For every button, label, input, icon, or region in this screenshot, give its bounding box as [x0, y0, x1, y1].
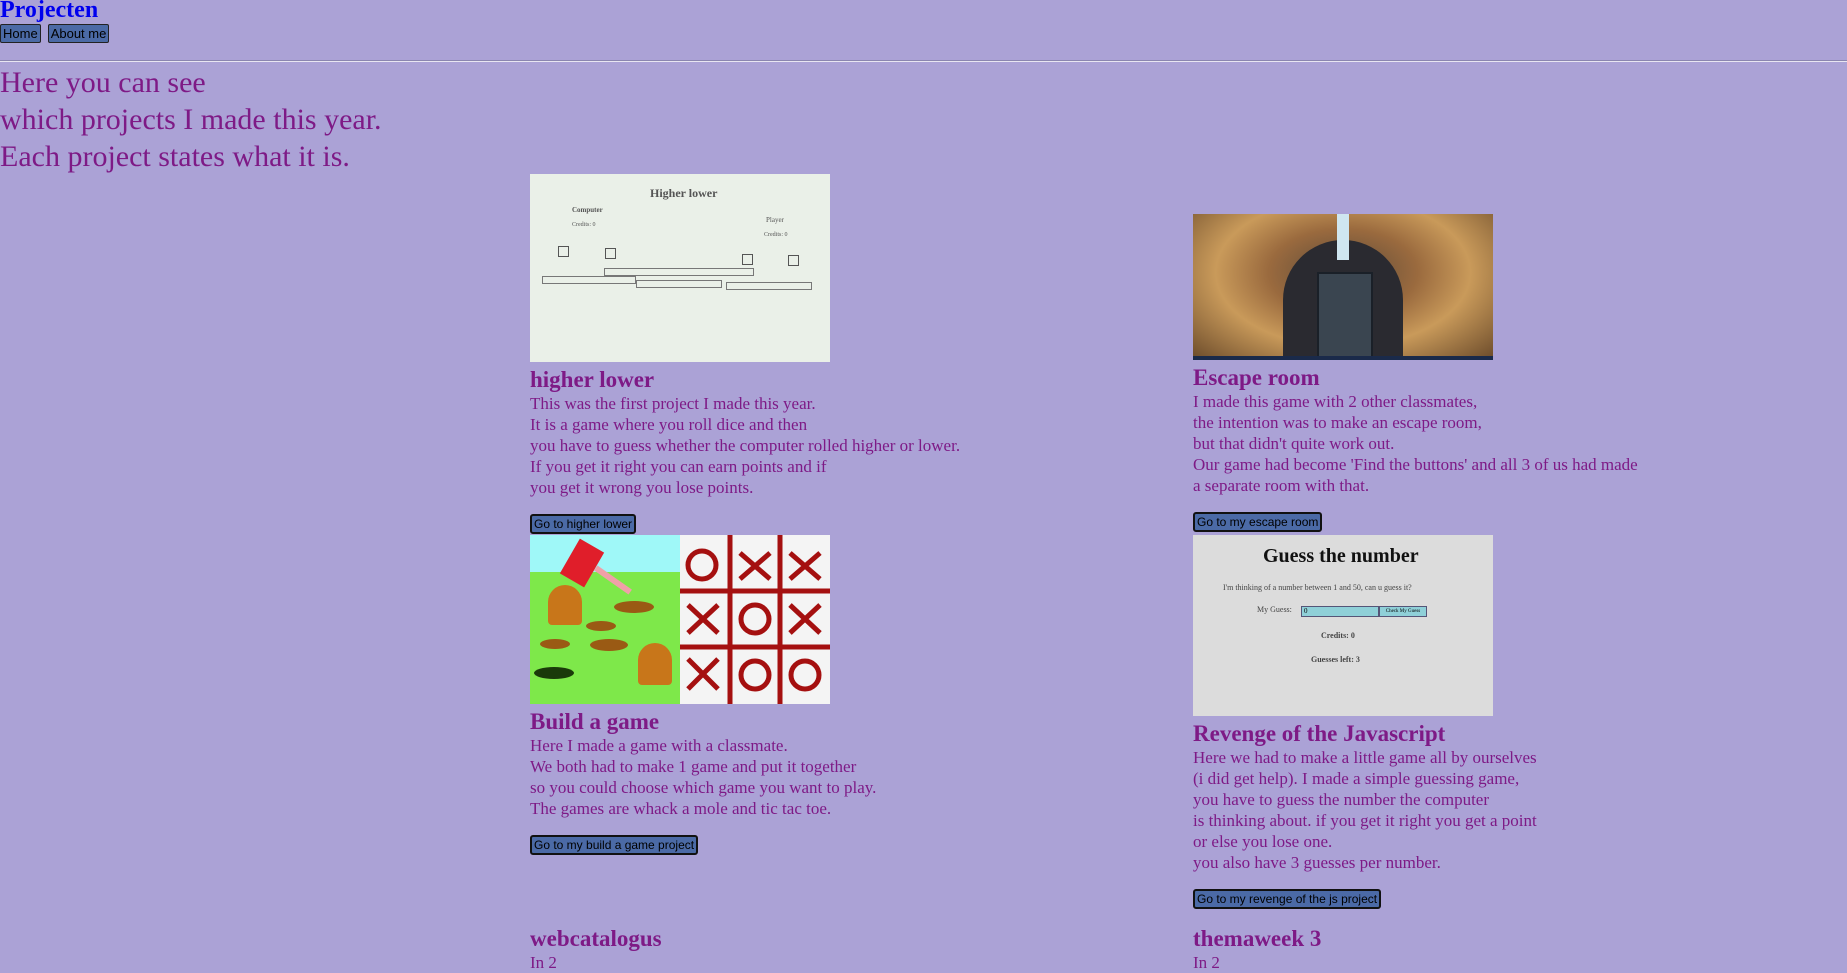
thumb-roll-button: [604, 268, 754, 276]
nav-about-me-button[interactable]: About me: [47, 24, 110, 43]
project-title: themaweek 3: [1193, 926, 1322, 951]
intro-line: Each project states what it is.: [0, 140, 350, 173]
project-description: I made this game with 2 other classmates…: [1193, 391, 1753, 496]
thumb-guess-input: 0: [1301, 606, 1379, 617]
intro-line: Here you can see: [0, 66, 206, 99]
mole-hole: [614, 601, 654, 613]
project-description: Here I made a game with a classmate. We …: [530, 735, 1090, 819]
description-line: a separate room with that.: [1193, 476, 1370, 495]
mole-hole: [586, 621, 616, 631]
thumb-higher-button: [636, 280, 722, 288]
escape-room-image: [1193, 214, 1493, 360]
mole-icon: [638, 643, 672, 685]
project-description: Here we had to make a little game all by…: [1193, 747, 1753, 873]
project-title: webcatalogus: [530, 926, 662, 951]
header-divider: [0, 60, 1847, 62]
project-themaweek-3: themaweek 3 In 2: [1193, 925, 1753, 973]
dice-icon: [558, 246, 569, 257]
go-to-higher-lower-button[interactable]: Go to higher lower: [530, 514, 637, 534]
mole-hole: [540, 639, 570, 649]
description-line: Here I made a game with a classmate.: [530, 736, 788, 755]
thumb-computer-label: Computer: [572, 206, 603, 214]
taskbar: [1193, 356, 1493, 360]
project-subtitle: In 2: [530, 953, 557, 972]
description-line: you get it wrong you lose points.: [530, 478, 754, 497]
go-to-revenge-of-the-js-button[interactable]: Go to my revenge of the js project: [1193, 889, 1382, 909]
project-build-a-game: Build a game Here I made a game with a c…: [530, 535, 1090, 855]
go-to-build-a-game-button[interactable]: Go to my build a game project: [530, 835, 699, 855]
description-line: If you get it right you can earn points …: [530, 457, 827, 476]
project-subtitle: In 2: [1193, 953, 1220, 972]
thumb-player-credits: Credits: 0: [764, 232, 788, 238]
site-title[interactable]: Projecten: [0, 0, 98, 24]
thumb-credits: Credits: 0: [1321, 631, 1355, 640]
project-higher-lower: Higher lower Computer Credits: 0 Player …: [530, 174, 1090, 534]
dice-icon: [788, 255, 799, 266]
description-line: Our game had become 'Find the buttons' a…: [1193, 455, 1638, 474]
description-line: I made this game with 2 other classmates…: [1193, 392, 1478, 411]
dice-icon: [742, 254, 753, 265]
project-title: Build a game: [530, 709, 660, 734]
description-line: The games are whack a mole and tic tac t…: [530, 799, 832, 818]
mole-icon: [548, 585, 582, 625]
thumb-player-label: Player: [766, 216, 784, 224]
description-line: Here we had to make a little game all by…: [1193, 748, 1537, 767]
go-to-escape-room-button[interactable]: Go to my escape room: [1193, 512, 1323, 532]
dice-icon: [605, 248, 616, 259]
description-line: is thinking about. if you get it right y…: [1193, 811, 1537, 830]
description-line: the intention was to make an escape room…: [1193, 413, 1482, 432]
description-line: so you could choose which game you want …: [530, 778, 877, 797]
tic-tac-toe-image: [680, 535, 830, 704]
description-line: you also have 3 guesses per number.: [1193, 853, 1441, 872]
thumb-lower-button: [542, 276, 636, 284]
thumb-prompt: I'm thinking of a number between 1 and 5…: [1223, 583, 1412, 592]
project-webcatalogus: webcatalogus In 2: [530, 925, 1090, 973]
intro-line: which projects I made this year.: [0, 103, 382, 136]
main-nav: Home About me: [0, 24, 110, 43]
description-line: We both had to make 1 game and put it to…: [530, 757, 857, 776]
ceiling-light: [1337, 214, 1349, 260]
thumb-same-button: [726, 282, 812, 290]
project-title: higher lower: [530, 367, 655, 392]
project-description: This was the first project I made this y…: [530, 393, 1090, 498]
hammer-handle: [594, 565, 632, 595]
hammer-icon: [559, 538, 605, 588]
description-line: This was the first project I made this y…: [530, 394, 816, 413]
thumb-guess-label: My Guess:: [1257, 605, 1292, 614]
thumb-check-button: Check My Guess: [1379, 606, 1427, 617]
mole-hole: [534, 667, 574, 679]
intro-text: Here you can see which projects I made t…: [0, 64, 382, 175]
description-line: but that didn't quite work out.: [1193, 434, 1395, 453]
description-line: you have to guess whether the computer r…: [530, 436, 961, 455]
project-escape-room: Escape room I made this game with 2 othe…: [1193, 214, 1753, 532]
project-revenge-of-the-javascript: Guess the number I'm thinking of a numbe…: [1193, 535, 1753, 909]
whack-a-mole-image: [530, 535, 680, 704]
guess-the-number-screenshot: Guess the number I'm thinking of a numbe…: [1193, 535, 1493, 716]
thumb-computer-credits: Credits: 0: [572, 222, 596, 228]
higher-lower-screenshot: Higher lower Computer Credits: 0 Player …: [530, 174, 830, 362]
description-line: you have to guess the number the compute…: [1193, 790, 1490, 809]
mole-hole: [590, 639, 628, 651]
description-line: (i did get help). I made a simple guessi…: [1193, 769, 1520, 788]
project-title: Revenge of the Javascript: [1193, 721, 1446, 746]
nav-home-button[interactable]: Home: [0, 24, 41, 43]
door: [1317, 272, 1373, 360]
thumb-heading: Guess the number: [1263, 545, 1419, 567]
project-title: Escape room: [1193, 365, 1320, 390]
tic-tac-toe-board: [680, 535, 830, 704]
description-line: or else you lose one.: [1193, 832, 1333, 851]
thumb-guesses-left: Guesses left: 3: [1311, 655, 1360, 664]
build-a-game-image: [530, 535, 830, 704]
description-line: It is a game where you roll dice and the…: [530, 415, 808, 434]
thumb-heading: Higher lower: [650, 186, 718, 200]
